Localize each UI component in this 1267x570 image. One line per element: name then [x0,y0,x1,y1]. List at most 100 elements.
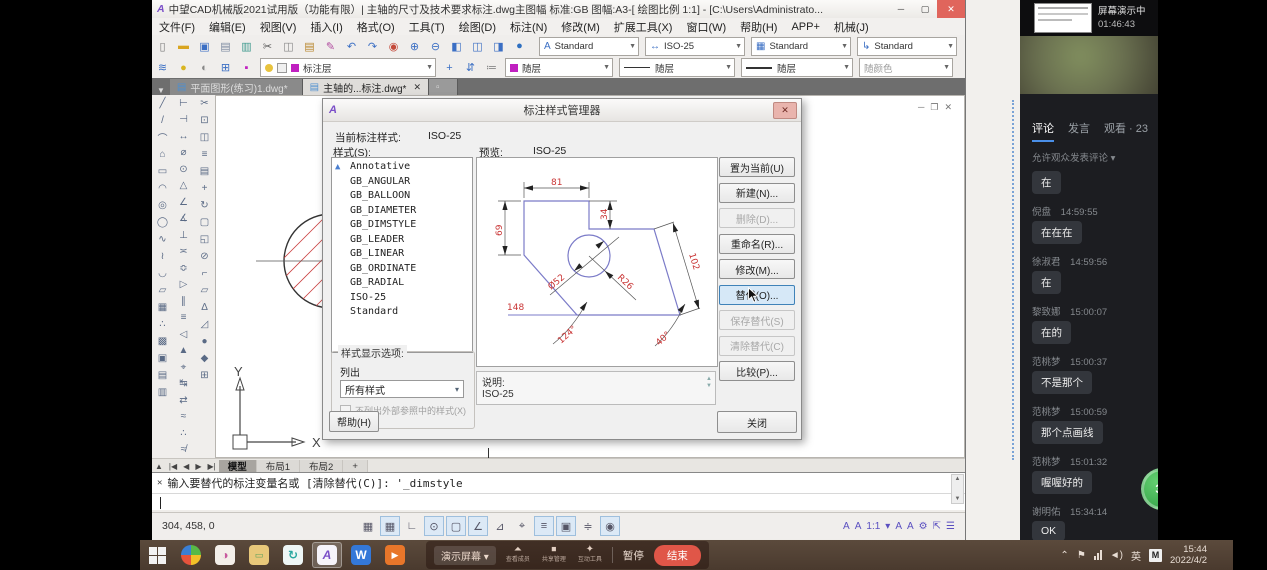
dimension-tool-icon[interactable]: ▲ [175,343,193,360]
tab-overflow-icon[interactable]: ▼ [152,86,170,95]
status-toggle[interactable]: ▦ [358,516,378,536]
toolbar-icon[interactable]: ↶ [342,37,361,56]
maximize-button[interactable]: ▢ [913,0,937,18]
modify-tool-icon[interactable]: ✂ [196,95,214,112]
status-right-icon[interactable]: A [895,521,902,532]
toolbar-icon[interactable]: ✎ [321,37,340,56]
menu-item[interactable]: 格式(O) [350,19,402,35]
menu-item[interactable]: 扩展工具(X) [607,19,680,35]
draw-tool-icon[interactable]: ∿ [154,231,172,248]
draw-tool-icon[interactable]: ◯ [154,214,172,231]
new-tab-button[interactable]: ▫ [429,79,458,95]
status-toggle[interactable]: ⊙ [424,516,444,536]
toolbar-icon[interactable]: ▣ [195,37,214,56]
dimension-tool-icon[interactable]: ↹ [175,376,193,393]
style-combo[interactable]: ↳ Standard ▼ [857,37,957,56]
menu-item[interactable]: 绘图(D) [452,19,503,35]
status-toggle[interactable]: ⊿ [490,516,510,536]
presenter-button[interactable]: ⏶ 查看成员 [506,545,530,565]
style-list-item[interactable]: ISO-25 [332,291,472,306]
dimension-tool-icon[interactable]: ≉ [175,442,193,459]
doc-restore-icon[interactable]: ❐ [930,102,938,113]
network-signal-icon[interactable] [1094,550,1102,560]
layout-nav-icon[interactable]: ▶ [192,462,204,471]
status-toggle[interactable]: ▢ [446,516,466,536]
style-list-item[interactable]: GB_LINEAR [332,247,472,262]
status-right-icon[interactable]: A [843,521,850,532]
modify-tool-icon[interactable]: ▤ [196,163,214,180]
layout-tab[interactable]: 模型 [219,460,257,473]
draw-tool-icon[interactable]: ╱ [154,95,172,112]
notification-flag-icon[interactable]: ⚑ [1077,550,1086,561]
modify-tool-icon[interactable]: ◿ [196,316,214,333]
style-list-item[interactable]: GB_LEADER [332,233,472,248]
draw-tool-icon[interactable]: ▥ [154,384,172,401]
style-list-item[interactable]: GB_DIAMETER [332,204,472,219]
modify-tool-icon[interactable]: ● [196,333,214,350]
dimension-tool-icon[interactable]: ⌀ [175,145,193,162]
command-close-icon[interactable]: ✕ [152,478,167,488]
dimension-tool-icon[interactable]: ⊣ [175,112,193,129]
taskbar-app-sync[interactable]: ↻ [278,542,308,568]
layout-nav-icon[interactable]: ▲ [152,462,166,471]
sidebar-tab[interactable]: 评论 [1032,120,1054,142]
dialog-close-action-button[interactable]: 关闭 [717,411,797,433]
toolbar-icon[interactable]: ▬ [174,37,193,56]
draw-tool-icon[interactable]: ⌒ [154,129,172,146]
style-combo[interactable]: A Standard ▼ [539,37,639,56]
layout-tab[interactable]: 布局1 [257,460,300,473]
status-toggle[interactable]: ▦ [380,516,400,536]
taskbar-app-paint[interactable]: ◑ [210,542,240,568]
draw-tool-icon[interactable]: ◠ [154,180,172,197]
dimension-tool-icon[interactable]: ∠ [175,194,193,211]
input-language[interactable]: 英 [1131,548,1141,563]
menu-item[interactable]: 工具(T) [402,19,452,35]
layer-extra-icon[interactable]: ⇵ [461,58,480,77]
toolbar-icon[interactable]: ◫ [468,37,487,56]
menu-item[interactable]: 修改(M) [554,19,607,35]
draw-tool-icon[interactable]: ▦ [154,299,172,316]
minimize-button[interactable]: ─ [889,0,913,18]
taskbar-app-folder[interactable]: ▭ [244,542,274,568]
status-toggle[interactable]: ▣ [556,516,576,536]
dialog-button[interactable]: 比较(P)... [719,361,795,381]
dimension-tool-icon[interactable]: ∡ [175,211,193,228]
hidden-icons-chevron[interactable]: ⌃ [1060,550,1068,561]
modify-tool-icon[interactable]: ⊘ [196,248,214,265]
menu-item[interactable]: APP+ [784,21,826,33]
draw-tool-icon[interactable]: ▩ [154,333,172,350]
layout-tab[interactable]: + [343,460,368,473]
allow-comments-toggle[interactable]: 允许观众发表评论 ▾ [1032,150,1115,164]
draw-tool-icon[interactable]: / [154,112,172,129]
menu-item[interactable]: 编辑(E) [202,19,253,35]
close-button[interactable]: ✕ [937,0,965,18]
dimension-tool-icon[interactable]: ⊢ [175,95,193,112]
screen-share-card[interactable]: 屏幕演示中 01:46:43 [1020,0,1158,36]
doc-minimize-icon[interactable]: ─ [918,102,924,113]
dimension-tool-icon[interactable]: ⊙ [175,161,193,178]
layer-tool-icon[interactable]: ≋ [153,58,172,77]
toolbar-icon[interactable]: ⊖ [426,37,445,56]
status-toggle[interactable]: ≑ [578,516,598,536]
status-right-icon[interactable]: A [907,521,914,532]
menu-item[interactable]: 机械(J) [827,19,876,35]
layer-extra-icon[interactable]: + [440,58,459,77]
status-toggle[interactable]: ∠ [468,516,488,536]
menu-item[interactable]: 视图(V) [253,19,304,35]
style-combo[interactable]: ▦ Standard ▼ [751,37,851,56]
toolbar-icon[interactable]: ↷ [363,37,382,56]
status-right-icon[interactable]: ⚙ [919,521,928,532]
status-right-icon[interactable]: 1:1 [866,521,880,532]
dimension-tool-icon[interactable]: △ [175,178,193,195]
toolbar-icon[interactable]: ◫ [279,37,298,56]
layout-tab[interactable]: 布局2 [300,460,343,473]
dialog-button[interactable]: 重命名(R)... [719,234,795,254]
volume-icon[interactable]: ◄) [1110,550,1123,561]
dimension-tool-icon[interactable]: ↔ [175,128,193,145]
style-list-item[interactable]: GB_ORDINATE [332,262,472,277]
dimension-tool-icon[interactable]: ≎ [175,260,193,277]
start-button[interactable] [140,540,174,570]
draw-tool-icon[interactable]: ◡ [154,265,172,282]
share-screen-dropdown[interactable]: 演示屏幕 ▾ [434,546,496,565]
dimension-tool-icon[interactable]: ⊥ [175,227,193,244]
